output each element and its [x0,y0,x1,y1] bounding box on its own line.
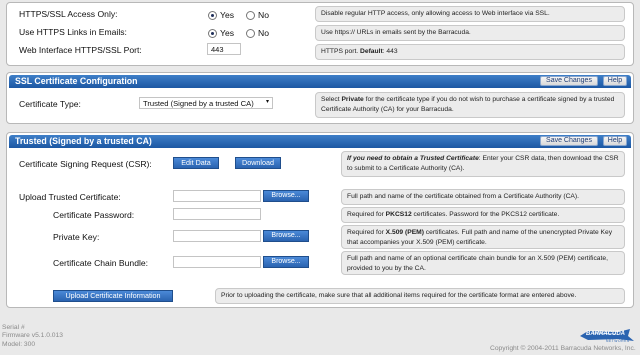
chain-bundle-help: Full path and name of an optional certif… [341,251,625,275]
upload-cert-browse-button[interactable]: Browse... [263,190,309,202]
ssl-save-changes-button[interactable]: Save Changes [540,76,598,86]
logo-text: BARRACUDA [586,331,625,337]
https-only-yes-label: Yes [220,10,235,20]
copyright-text: Copyright © 2004-2011 Barracuda Networks… [490,345,636,352]
trusted-cert-panel: Trusted (Signed by a trusted CA) Save Ch… [6,132,634,308]
footer-device-info: Serial # Firmware v5.1.0.013 Model: 300 [2,324,63,349]
cert-password-help: Required for PKCS12 certificates. Passwo… [341,207,625,223]
ssl-config-panel: SSL Certificate Configuration Save Chang… [6,72,634,124]
cert-type-help: Select Private for the certificate type … [315,92,625,118]
private-key-label: Private Key: [53,232,100,242]
upload-cert-input[interactable] [173,190,261,202]
ssl-config-header: SSL Certificate Configuration Save Chang… [9,75,631,88]
cert-type-select[interactable]: Trusted (Signed by a trusted CA) ▾ [139,97,273,109]
download-button[interactable]: Download [235,157,281,169]
csr-label: Certificate Signing Request (CSR): [19,159,152,169]
chain-bundle-label: Certificate Chain Bundle: [53,258,149,268]
upload-cert-label: Upload Trusted Certificate: [19,192,121,202]
https-only-label: HTTPS/SSL Access Only: [19,9,118,19]
chain-bundle-browse-button[interactable]: Browse... [263,256,309,268]
cert-password-input[interactable] [173,208,261,220]
chain-bundle-input[interactable] [173,256,261,268]
https-links-yes-radio[interactable] [208,29,217,38]
cert-type-label: Certificate Type: [19,99,81,109]
https-only-no-label: No [258,10,269,20]
logo-subtext: NETWORKS [606,339,630,343]
https-only-help: Disable regular HTTP access, only allowi… [315,6,625,22]
https-settings-panel: HTTPS/SSL Access Only: Yes No Disable re… [6,2,634,66]
barracuda-logo: BARRACUDA NETWORKS [578,327,636,345]
private-key-input[interactable] [173,230,261,242]
https-links-no-label: No [258,28,269,38]
https-port-input[interactable]: 443 [207,43,241,55]
cert-password-label: Certificate Password: [53,210,135,220]
csr-help: If you need to obtain a Trusted Certific… [341,151,625,177]
https-port-help: HTTPS port. Default: 443 [315,44,625,60]
https-links-label: Use HTTPS Links in Emails: [19,27,127,37]
upload-cert-help: Full path and name of the certificate ob… [341,189,625,205]
firmware-version: Firmware v5.1.0.013 [2,332,63,340]
upload-cert-info-help: Prior to uploading the certificate, make… [215,288,625,304]
ssl-help-button[interactable]: Help [603,76,627,86]
https-links-no-radio[interactable] [246,29,255,38]
edit-data-button[interactable]: Edit Data [173,157,219,169]
chevron-down-icon: ▾ [265,99,269,105]
private-key-browse-button[interactable]: Browse... [263,230,309,242]
https-links-yes-label: Yes [220,28,235,38]
trusted-help-button[interactable]: Help [603,136,627,146]
trusted-header: Trusted (Signed by a trusted CA) Save Ch… [9,135,631,148]
https-links-help: Use https:// URLs in emails sent by the … [315,25,625,41]
model-number: Model: 300 [2,340,36,348]
trusted-title: Trusted (Signed by a trusted CA) [15,136,152,146]
https-port-label: Web Interface HTTPS/SSL Port: [19,45,142,55]
serial-number: Serial # [2,324,25,331]
private-key-help: Required for X.509 (PEM) certificates. F… [341,225,625,249]
upload-cert-info-button[interactable]: Upload Certificate Information [53,290,173,302]
https-only-yes-radio[interactable] [208,11,217,20]
trusted-save-changes-button[interactable]: Save Changes [540,136,598,146]
ssl-config-title: SSL Certificate Configuration [15,76,138,86]
https-only-no-radio[interactable] [246,11,255,20]
cert-type-value: Trusted (Signed by a trusted CA) [143,99,254,108]
